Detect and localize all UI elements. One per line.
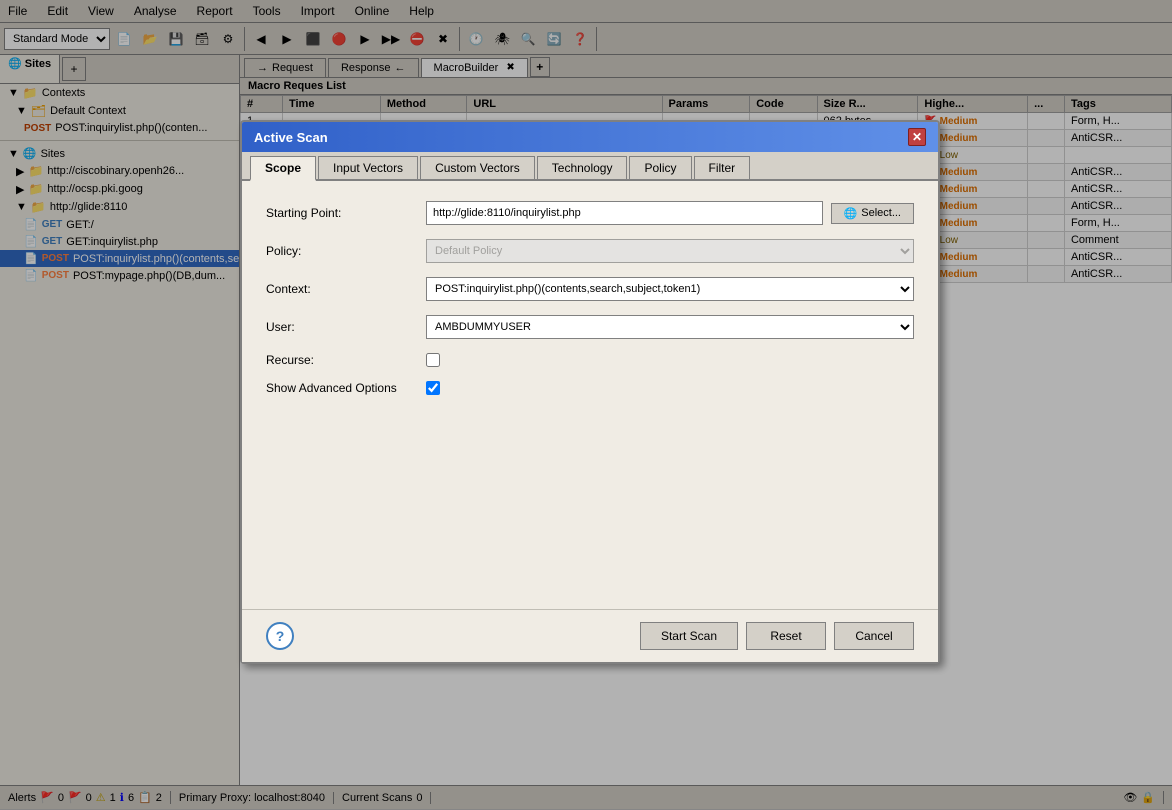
policy-select[interactable]: Default Policy (426, 239, 914, 263)
dialog-close-btn[interactable]: ✕ (908, 128, 926, 146)
policy-label: Policy: (266, 244, 426, 258)
user-row: User: AMBDUMMYUSER (266, 315, 914, 339)
dialog-tab-custom-vectors[interactable]: Custom Vectors (420, 156, 535, 179)
context-select[interactable]: POST:inquirylist.php()(contents,search,s… (426, 277, 914, 301)
dialog-footer: ? Start Scan Reset Cancel (242, 609, 938, 662)
select-btn-label: Select... (861, 207, 901, 219)
dialog-body: Starting Point: 🌐 Select... Policy: Defa… (242, 181, 938, 609)
globe-btn-icon: 🌐 (844, 207, 858, 220)
recurse-checkbox[interactable] (426, 353, 440, 367)
modal-overlay: Active Scan ✕ Scope Input Vectors Custom… (0, 0, 1172, 810)
dialog-title-text: Active Scan (254, 130, 328, 145)
dialog-tab-input-vectors[interactable]: Input Vectors (318, 156, 418, 179)
reset-btn[interactable]: Reset (746, 622, 826, 650)
starting-point-label: Starting Point: (266, 206, 426, 220)
show-advanced-row: Show Advanced Options (266, 381, 914, 395)
cancel-btn[interactable]: Cancel (834, 622, 914, 650)
user-select[interactable]: AMBDUMMYUSER (426, 315, 914, 339)
user-label: User: (266, 320, 426, 334)
context-label: Context: (266, 282, 426, 296)
starting-point-row: Starting Point: 🌐 Select... (266, 201, 914, 225)
start-scan-btn[interactable]: Start Scan (640, 622, 738, 650)
context-row: Context: POST:inquirylist.php()(contents… (266, 277, 914, 301)
select-btn[interactable]: 🌐 Select... (831, 203, 914, 224)
footer-left: ? (266, 622, 632, 650)
empty-space (266, 409, 914, 589)
dialog-tabs: Scope Input Vectors Custom Vectors Techn… (242, 152, 938, 181)
dialog-tab-scope[interactable]: Scope (250, 156, 316, 181)
starting-point-input[interactable] (426, 201, 823, 225)
dialog-tab-policy[interactable]: Policy (629, 156, 691, 179)
show-advanced-label: Show Advanced Options (266, 381, 426, 395)
show-advanced-checkbox[interactable] (426, 381, 440, 395)
policy-row: Policy: Default Policy (266, 239, 914, 263)
help-btn[interactable]: ? (266, 622, 294, 650)
dialog-tab-filter[interactable]: Filter (694, 156, 751, 179)
dialog-tab-technology[interactable]: Technology (537, 156, 628, 179)
active-scan-dialog: Active Scan ✕ Scope Input Vectors Custom… (240, 120, 940, 664)
dialog-title-bar: Active Scan ✕ (242, 122, 938, 152)
recurse-label: Recurse: (266, 353, 426, 367)
recurse-row: Recurse: (266, 353, 914, 367)
